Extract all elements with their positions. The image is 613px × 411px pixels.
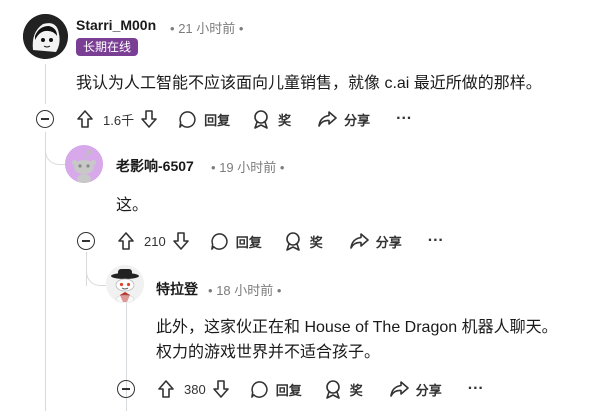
- reply-button[interactable]: 回复: [250, 377, 302, 401]
- meta-dot: •: [238, 21, 244, 36]
- meta-dot: •: [170, 21, 175, 36]
- comment-body-line-1: 此外，这家伙正在和 House of The Dragon 机器人聊天。: [156, 319, 558, 336]
- thread-connector-2: [86, 252, 107, 286]
- award-icon: [325, 380, 340, 399]
- award-icon: [254, 110, 268, 129]
- award-button[interactable]: 奖: [284, 229, 323, 253]
- reply-label: 回复: [204, 112, 231, 128]
- username[interactable]: 特拉登: [156, 279, 198, 299]
- vote-count: 1.6千: [103, 112, 135, 128]
- upvote-icon: [77, 110, 93, 128]
- comment-body-line-2: 权力的游戏世界并不适合孩子。: [156, 344, 381, 361]
- award-button[interactable]: 奖: [252, 107, 291, 131]
- share-label: 分享: [344, 112, 371, 128]
- share-button[interactable]: 分享: [349, 229, 402, 253]
- share-button[interactable]: 分享: [389, 377, 442, 401]
- more-options-button[interactable]: ···: [428, 229, 444, 253]
- share-icon: [349, 233, 369, 249]
- award-label: 奖: [349, 382, 363, 398]
- avatar[interactable]: [65, 145, 103, 183]
- comment-body: 这。: [116, 197, 149, 214]
- snoo-hat-avatar-icon: [106, 265, 144, 303]
- thread-line-1[interactable]: [45, 64, 46, 104]
- thread-line-1b[interactable]: [45, 132, 46, 411]
- comment-actions: 380 回复 奖 分享 ···: [117, 377, 484, 401]
- award-label: 奖: [278, 112, 292, 128]
- comment-bubble-icon: [250, 380, 268, 398]
- share-label: 分享: [375, 234, 402, 250]
- collapse-button[interactable]: [36, 110, 54, 128]
- meta-dot: •: [211, 160, 216, 175]
- minus-icon: [122, 388, 130, 390]
- vote-count: 380: [184, 381, 206, 397]
- user-flair: 长期在线: [76, 38, 139, 56]
- vote-count: 210: [144, 233, 166, 249]
- upvote-icon: [118, 232, 134, 250]
- minus-icon: [82, 240, 90, 242]
- comment-bubble-icon: [179, 110, 196, 128]
- comment-actions: 210 回复 奖 分享 ···: [77, 229, 444, 253]
- collapse-button[interactable]: [77, 232, 95, 250]
- downvote-button[interactable]: [172, 229, 190, 253]
- downvote-icon: [141, 110, 157, 128]
- avatar[interactable]: [23, 14, 68, 59]
- share-icon: [318, 111, 337, 127]
- reply-button[interactable]: 回复: [210, 229, 262, 253]
- comment-bubble-icon: [210, 232, 228, 250]
- snoo-avatar-icon: [65, 145, 103, 183]
- collapse-button[interactable]: [117, 380, 135, 398]
- award-button[interactable]: 奖: [324, 377, 363, 401]
- more-options-button[interactable]: ···: [396, 107, 412, 131]
- timestamp: • 21 小时前 •: [170, 18, 243, 37]
- reply-label: 回复: [275, 382, 302, 398]
- award-icon: [285, 232, 300, 251]
- reply-label: 回复: [235, 234, 262, 250]
- upvote-icon: [158, 380, 174, 398]
- timestamp: • 18 小时前 •: [208, 280, 281, 299]
- time-text: 21 小时前: [178, 21, 236, 36]
- more-options-button[interactable]: ···: [468, 377, 484, 401]
- username[interactable]: Starri_M00n: [76, 17, 156, 33]
- minus-icon: [41, 118, 49, 120]
- comment-body: 我认为人工智能不应该面向儿童销售，就像 c.ai 最近所做的那样。: [76, 75, 542, 92]
- share-icon: [389, 381, 409, 397]
- thread-connector-1: [45, 132, 66, 165]
- downvote-button[interactable]: [140, 107, 158, 131]
- downvote-button[interactable]: [212, 377, 230, 401]
- meta-dot: •: [208, 283, 213, 298]
- award-label: 奖: [309, 234, 323, 250]
- upvote-button[interactable]: [117, 229, 135, 253]
- upvote-button[interactable]: [76, 107, 94, 131]
- comment-actions: 1.6千 回复 奖 分享 ···: [36, 107, 412, 131]
- meta-dot: •: [279, 160, 285, 175]
- share-label: 分享: [415, 382, 442, 398]
- timestamp: • 19 小时前 •: [211, 157, 284, 176]
- avatar[interactable]: [106, 265, 144, 303]
- time-text: 18 小时前: [216, 283, 274, 298]
- share-button[interactable]: 分享: [317, 107, 370, 131]
- time-text: 19 小时前: [219, 160, 277, 175]
- downvote-icon: [212, 380, 229, 398]
- upvote-button[interactable]: [157, 377, 175, 401]
- username[interactable]: 老影响-6507: [116, 156, 194, 176]
- reply-button[interactable]: 回复: [178, 107, 230, 131]
- avatar-anime-icon: [23, 14, 68, 59]
- meta-dot: •: [276, 283, 282, 298]
- downvote-icon: [172, 232, 189, 250]
